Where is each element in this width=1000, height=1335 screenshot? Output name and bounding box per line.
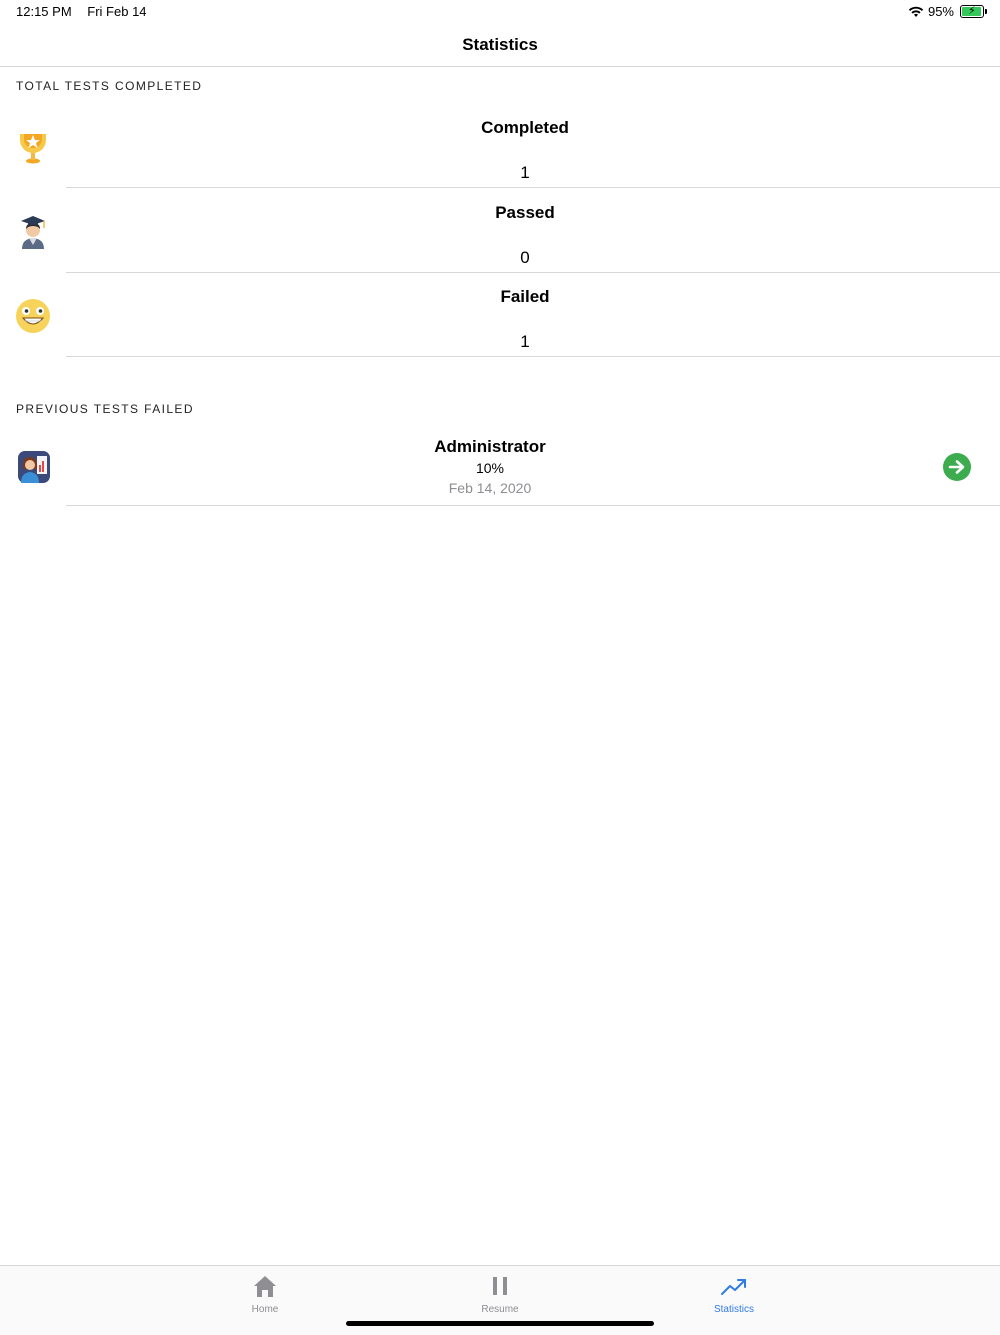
tab-label: Home [251, 1304, 279, 1315]
divider [66, 505, 1000, 506]
failed-test-percent: 10% [475, 460, 505, 476]
status-left: 12:15 PM Fri Feb 14 [16, 4, 159, 19]
stat-row-completed: Completed 1 [0, 104, 1000, 188]
wifi-icon [908, 6, 924, 17]
tab-home[interactable]: Home [215, 1272, 315, 1315]
divider [66, 187, 1000, 188]
stat-title: Completed [481, 118, 569, 137]
stat-value: 1 [520, 332, 530, 351]
trophy-icon [20, 134, 46, 164]
stat-title: Passed [495, 203, 555, 222]
graduate-icon [21, 216, 45, 249]
failed-test-row[interactable]: Administrator 10% Feb 14, 2020 [0, 426, 1000, 506]
tab-resume[interactable]: Resume [450, 1272, 550, 1315]
status-date: Fri Feb 14 [87, 4, 147, 19]
page-title: Statistics [462, 35, 538, 54]
status-time: 12:15 PM [16, 4, 72, 19]
home-icon [254, 1276, 276, 1297]
failed-test-date: Feb 14, 2020 [448, 480, 532, 496]
status-right: 95% ⚡ [908, 4, 987, 19]
arrow-right-circle-icon[interactable] [942, 452, 972, 482]
stat-row-failed: Failed 1 [0, 273, 1000, 357]
stat-row-passed: Passed 0 [0, 189, 1000, 273]
section-header-failed: PREVIOUS TESTS FAILED [16, 402, 194, 416]
tab-statistics[interactable]: Statistics [684, 1272, 784, 1315]
stat-value: 1 [520, 163, 530, 182]
battery-percent: 95% [927, 4, 954, 19]
section-header-total: TOTAL TESTS COMPLETED [16, 79, 203, 93]
failed-test-title: Administrator [434, 437, 546, 456]
tab-label: Statistics [713, 1304, 754, 1315]
home-indicator [346, 1321, 654, 1326]
divider [66, 356, 1000, 357]
pause-icon [493, 1277, 507, 1295]
status-bar: 12:15 PM Fri Feb 14 95% ⚡ [0, 0, 1000, 24]
tab-label: Resume [481, 1304, 519, 1315]
battery-charging-icon: ⚡ [960, 5, 987, 18]
trending-up-icon [721, 1279, 746, 1295]
stat-title: Failed [500, 287, 550, 306]
stat-value: 0 [520, 248, 530, 267]
grinning-face-icon [16, 299, 50, 333]
navigation-bar: Statistics [0, 24, 1000, 67]
